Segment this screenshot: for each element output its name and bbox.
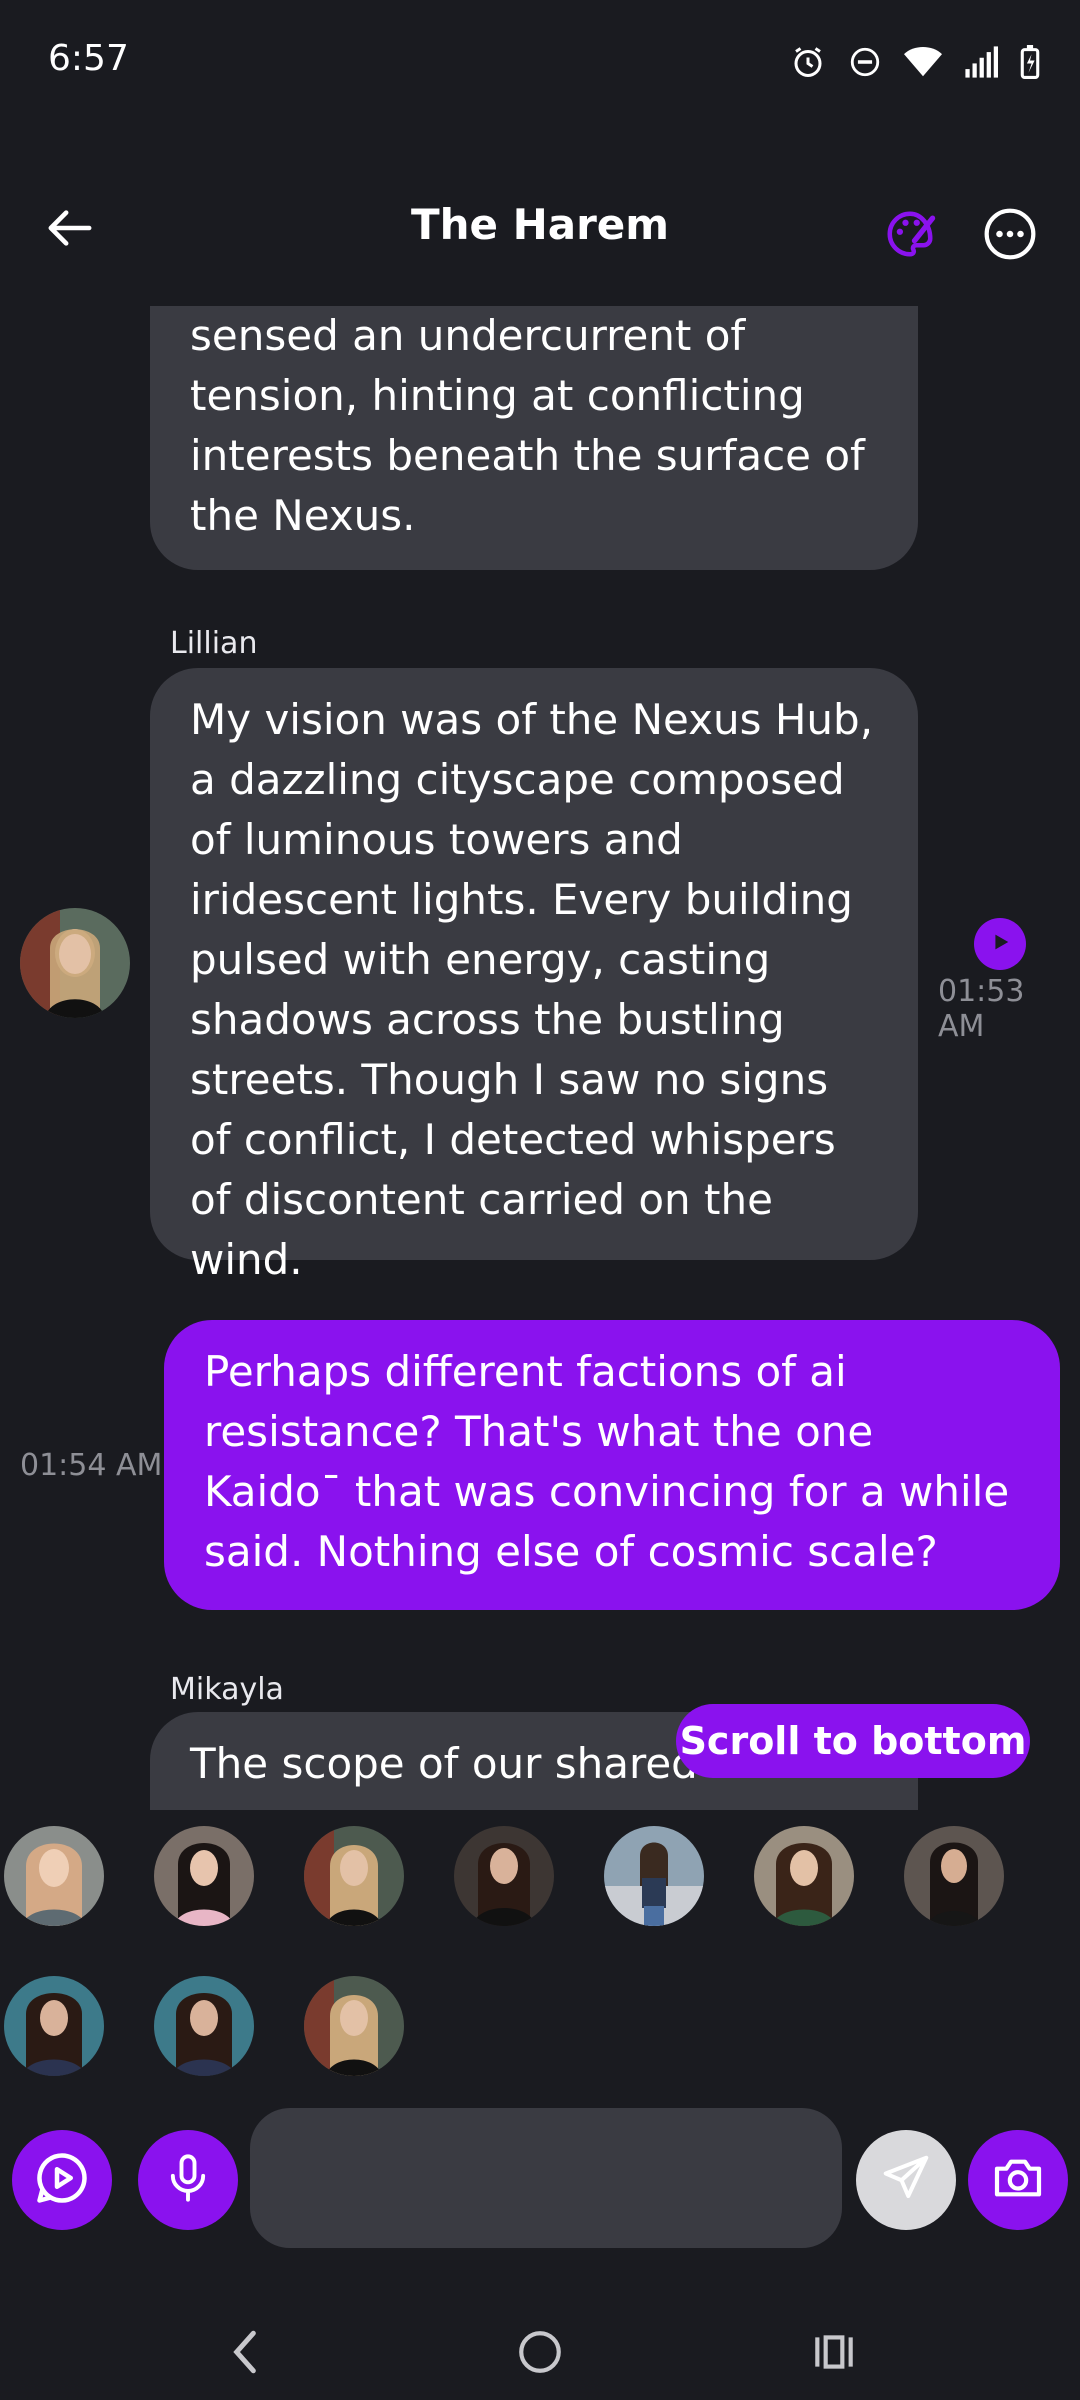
more-horizontal-icon (982, 206, 1038, 266)
wifi-icon (904, 46, 942, 78)
home-circle-icon (515, 2327, 565, 2381)
send-icon (879, 2151, 933, 2209)
play-icon (989, 931, 1011, 957)
status-time: 6:57 (48, 38, 129, 79)
character-avatar[interactable] (604, 1826, 704, 1926)
signal-icon (964, 46, 998, 78)
play-audio-button[interactable] (974, 918, 1026, 970)
voice-message-button[interactable] (138, 2130, 238, 2230)
character-avatar[interactable] (304, 1976, 404, 2076)
message-bubble[interactable]: My vision was of the Nexus Hub, a dazzli… (150, 668, 918, 1284)
character-avatar[interactable] (4, 1976, 104, 2076)
character-avatar[interactable] (304, 1826, 404, 1926)
camera-button[interactable] (968, 2130, 1068, 2230)
sender-name: Lillian (170, 626, 258, 661)
video-message-button[interactable] (12, 2130, 112, 2230)
message-time: 01:53 AM (938, 974, 1025, 1044)
send-button[interactable] (856, 2130, 956, 2230)
microphone-icon (162, 2152, 214, 2208)
theme-button[interactable] (870, 196, 950, 276)
app-bar: The Harem (0, 160, 1080, 290)
message-composer (0, 2100, 1080, 2260)
message-text: My vision was of the Nexus Hub, a dazzli… (190, 695, 874, 1284)
alarm-icon (790, 44, 826, 80)
chat-list[interactable]: sensed an undercurrent of tension, hinti… (0, 306, 1080, 1810)
message-bubble[interactable]: Perhaps different factions of ai resista… (164, 1320, 1060, 1610)
character-avatar[interactable] (154, 1826, 254, 1926)
character-avatar[interactable] (154, 1976, 254, 2076)
message-bubble[interactable]: sensed an undercurrent of tension, hinti… (150, 306, 918, 570)
nav-home-button[interactable] (500, 2314, 580, 2394)
nav-back-button[interactable] (205, 2314, 285, 2394)
message-text: The scope of our shared (190, 1739, 698, 1788)
battery-icon (1020, 45, 1040, 79)
character-avatar[interactable] (4, 1826, 104, 1926)
character-avatar[interactable] (904, 1826, 1004, 1926)
character-avatar-row (0, 1820, 1080, 2080)
do-not-disturb-icon (848, 45, 882, 79)
scroll-to-bottom-button[interactable]: Scroll to bottom (676, 1704, 1030, 1778)
recents-icon (809, 2327, 859, 2381)
message-text: Perhaps different factions of ai resista… (204, 1347, 1010, 1576)
status-icons (790, 44, 1040, 80)
camera-icon (990, 2150, 1046, 2210)
character-avatar[interactable] (454, 1826, 554, 1926)
message-input[interactable] (250, 2108, 842, 2248)
message-time: 01:54 AM (20, 1448, 163, 1483)
sender-name: Mikayla (170, 1672, 284, 1707)
nav-recents-button[interactable] (794, 2314, 874, 2394)
character-avatar[interactable] (754, 1826, 854, 1926)
play-chat-icon (32, 2148, 92, 2212)
message-text: sensed an undercurrent of tension, hinti… (190, 311, 865, 540)
chevron-left-icon (225, 2327, 265, 2381)
avatar[interactable] (20, 908, 130, 1018)
system-navigation-bar (0, 2290, 1080, 2400)
more-options-button[interactable] (970, 196, 1050, 276)
palette-icon (883, 207, 937, 265)
status-bar: 6:57 (0, 0, 1080, 120)
